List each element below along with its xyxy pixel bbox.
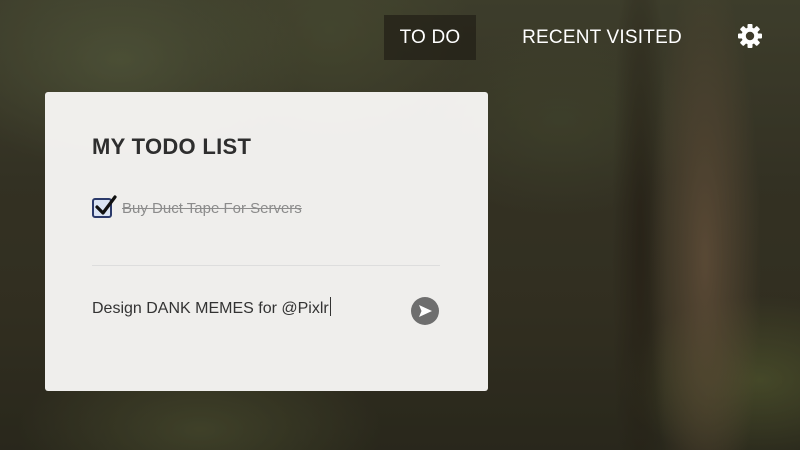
checkmark-icon	[95, 195, 117, 215]
divider	[92, 265, 440, 266]
new-todo-input-text: Design DANK MEMES for @Pixlr	[92, 300, 329, 317]
todo-item: Buy Duct Tape For Servers	[92, 195, 302, 220]
todo-checkbox[interactable]	[92, 195, 117, 218]
todo-list-title: MY TODO LIST	[92, 134, 252, 159]
text-caret	[329, 297, 331, 316]
top-navigation: TO DO RECENT VISITED	[0, 0, 800, 75]
add-todo-button[interactable]	[410, 296, 440, 326]
todo-card: MY TODO LIST Buy Duct Tape For Servers D…	[45, 92, 488, 391]
new-todo-input[interactable]: Design DANK MEMES for @Pixlr	[92, 297, 392, 323]
todo-item-label: Buy Duct Tape For Servers	[122, 199, 302, 217]
tab-recent-visited[interactable]: RECENT VISITED	[512, 15, 692, 60]
send-arrow-icon	[411, 297, 439, 325]
gear-icon[interactable]	[737, 23, 763, 49]
tab-todo[interactable]: TO DO	[384, 15, 476, 60]
